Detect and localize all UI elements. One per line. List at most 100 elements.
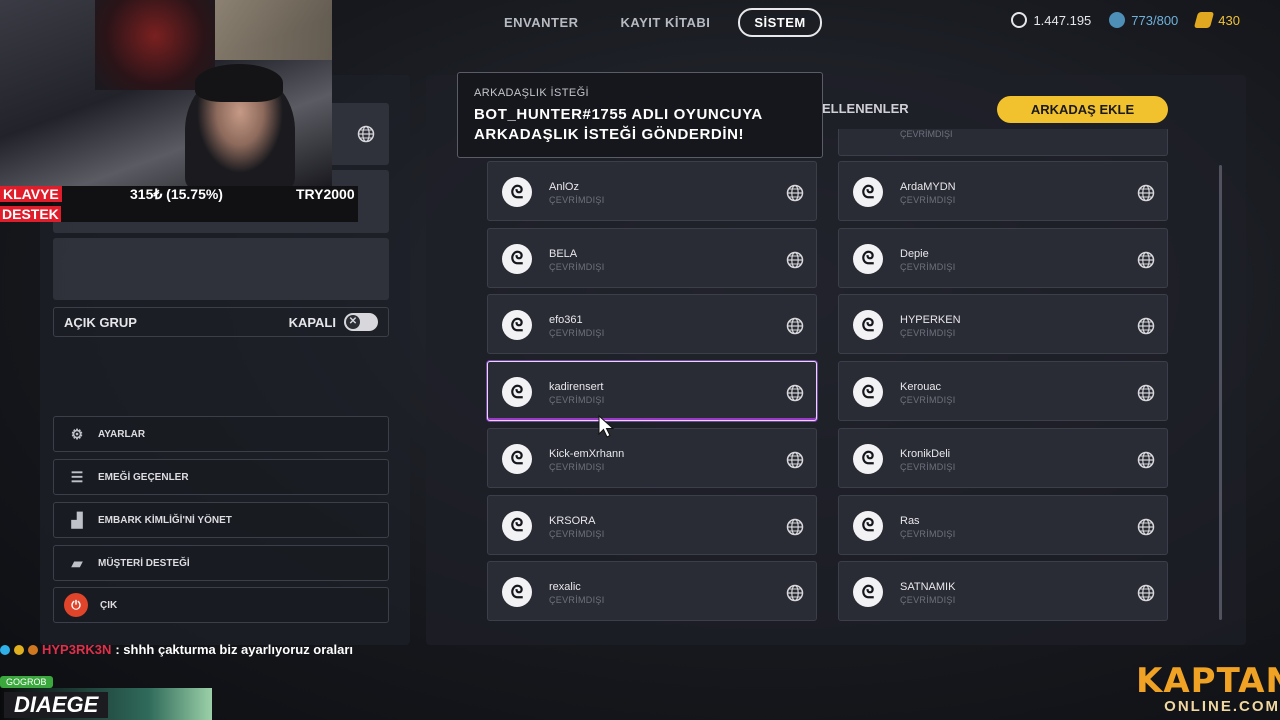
open-group-row: AÇIK GRUP KAPALI ✕: [53, 307, 389, 337]
friend-card[interactable]: ᘓ Ras ÇEVRİMDIŞI: [838, 494, 1168, 555]
tab-blocked[interactable]: ELLENENLER: [822, 101, 909, 116]
mouse-cursor-icon: [598, 415, 615, 438]
friend-name: Ras: [900, 514, 920, 527]
globe-icon[interactable]: [786, 251, 804, 274]
webcam-overlay: [0, 0, 332, 186]
destek-label: DESTEK: [0, 206, 61, 222]
globe-icon[interactable]: [1137, 184, 1155, 207]
friend-status: ÇEVRİMDIŞI: [549, 261, 605, 272]
tab-sistem[interactable]: SİSTEM: [738, 7, 822, 37]
embark-logo-icon: ᘓ: [502, 443, 532, 474]
badge-icon: [14, 644, 24, 655]
embark-logo-icon: ᘓ: [853, 310, 883, 341]
embark-logo-icon: ᘓ: [502, 310, 532, 341]
party-slot-3[interactable]: [53, 238, 389, 300]
globe-icon[interactable]: [786, 584, 804, 607]
friend-name: KRSORA: [549, 514, 596, 527]
friend-card[interactable]: ᘓ BELA ÇEVRİMDIŞI: [487, 227, 817, 288]
top-nav: ENVANTER KAYIT KİTABI SİSTEM: [490, 7, 822, 37]
globe-icon[interactable]: [1137, 584, 1155, 607]
chat-line: HYP3RK3N : shhh çakturma biz ayarlıyoruz…: [0, 642, 353, 657]
embark-logo-icon: ᘓ: [853, 510, 883, 541]
embark-id-button[interactable]: ▟ EMBARK KİMLİĞİ'Nİ YÖNET: [53, 502, 389, 538]
embark-logo-icon: ᘓ: [502, 377, 532, 408]
open-group-label: AÇIK GRUP: [64, 314, 137, 330]
globe-icon[interactable]: [1137, 317, 1155, 340]
globe-icon[interactable]: [786, 518, 804, 541]
friend-card[interactable]: ᘓ efo361 ÇEVRİMDIŞI: [487, 294, 817, 355]
friend-status: ÇEVRİMDIŞI: [900, 461, 956, 472]
globe-icon[interactable]: [1137, 451, 1155, 474]
friend-status: ÇEVRİMDIŞI: [549, 528, 605, 539]
friend-card[interactable]: ᘓ HYPERKEN ÇEVRİMDIŞI: [838, 294, 1168, 355]
friend-name: AnlOz: [549, 181, 579, 193]
donation-goal: TRY2000: [296, 186, 355, 202]
globe-icon[interactable]: [1137, 518, 1155, 541]
friend-name: BELA: [549, 247, 578, 260]
settings-button[interactable]: ⚙ AYARLAR: [53, 416, 389, 452]
embark-id-label: EMBARK KİMLİĞİ'Nİ YÖNET: [98, 514, 232, 526]
chat-username: HYP3RK3N: [42, 642, 112, 657]
donation-bar: KLAVYE 315₺ (15.75%) TRY2000 DESTEK: [0, 186, 358, 222]
friends-scrollbar[interactable]: [1219, 165, 1222, 620]
globe-icon[interactable]: [786, 384, 804, 407]
streamer-badge: GOGROB DIAEGE: [0, 676, 212, 720]
embark-logo-icon: ᘓ: [853, 177, 883, 207]
friend-status: ÇEVRİMDIŞI: [549, 461, 605, 472]
credits-button[interactable]: ☰ EMEĞİ GEÇENLER: [53, 459, 389, 495]
add-friend-button[interactable]: ARKADAŞ EKLE: [997, 96, 1168, 123]
friend-card[interactable]: ᘓ rexalic ÇEVRİMDIŞI: [487, 561, 817, 622]
notification-message: BOT_HUNTER#1755 ADLI OYUNCUYA ARKADAŞLIK…: [474, 106, 763, 143]
friend-card[interactable]: ᘓ Depie ÇEVRİMDIŞI: [838, 227, 1168, 288]
coin-value: 1.447.195: [1033, 12, 1092, 28]
close-icon: ✕: [346, 315, 360, 329]
token-icon: [1194, 12, 1215, 28]
chat-message: : shhh çakturma biz ayarlıyoruz oraları: [115, 642, 354, 657]
id-icon: ▟: [71, 511, 83, 528]
friend-card[interactable]: ᘓ ArdaMYDN ÇEVRİMDIŞI: [838, 161, 1168, 221]
friend-card[interactable]: ᘓ AnlOz ÇEVRİMDIŞI: [487, 161, 817, 221]
crown-icon: [28, 644, 38, 655]
credits-label: EMEĞİ GEÇENLER: [98, 471, 189, 483]
friend-name: HYPERKEN: [900, 314, 961, 327]
globe-icon[interactable]: [1137, 384, 1155, 407]
globe-icon[interactable]: [786, 317, 804, 340]
support-icon: ▰: [71, 554, 83, 571]
embark-logo-icon: ᘓ: [502, 510, 532, 541]
friend-name: rexalic: [549, 581, 581, 594]
credits-list-icon: ☰: [70, 468, 84, 485]
tab-envanter[interactable]: ENVANTER: [490, 10, 593, 35]
globe-icon[interactable]: [1137, 251, 1155, 274]
embark-logo-icon: ᘓ: [502, 577, 532, 608]
open-group-state: KAPALI: [288, 314, 336, 330]
friend-status: ÇEVRİMDIŞI: [549, 328, 605, 339]
globe-icon: [357, 125, 375, 148]
friend-status: ÇEVRİMDIŞI: [549, 395, 605, 406]
support-label: MÜŞTERİ DESTEĞİ: [98, 557, 190, 569]
tab-kayit-kitabi[interactable]: KAYIT KİTABI: [607, 10, 725, 35]
friend-status: ÇEVRİMDIŞI: [900, 261, 956, 272]
support-button[interactable]: ▰ MÜŞTERİ DESTEĞİ: [53, 545, 389, 581]
friend-card[interactable]: ᘓ SATNAMIK ÇEVRİMDIŞI: [838, 561, 1168, 622]
badge-icon: [0, 644, 10, 655]
friend-name: KronikDeli: [900, 447, 951, 460]
open-group-toggle[interactable]: ✕: [344, 313, 378, 331]
globe-icon[interactable]: [786, 184, 804, 207]
friend-card[interactable]: ᘓ Kerouac ÇEVRİMDIŞI: [838, 361, 1168, 422]
embark-logo-icon: ᘓ: [502, 243, 532, 274]
friend-name: kadirensert: [549, 381, 604, 394]
friend-card[interactable]: ᘓ KronikDeli ÇEVRİMDIŞI: [838, 427, 1168, 488]
friend-name: efo361: [549, 314, 583, 327]
exit-button[interactable]: ⏻ ÇIK: [53, 587, 389, 623]
friend-card-partial[interactable]: ÇEVRİMDIŞI: [838, 129, 1168, 156]
embark-logo-icon: ᘓ: [853, 243, 883, 274]
friend-card[interactable]: ᘓ Kick-emXrhann ÇEVRİMDIŞI: [487, 427, 817, 488]
klavye-label: KLAVYE: [0, 186, 62, 202]
globe-icon[interactable]: [786, 451, 804, 474]
settings-label: AYARLAR: [98, 428, 146, 440]
friend-name: Depie: [900, 247, 929, 260]
friend-card[interactable]: ᘓ KRSORA ÇEVRİMDIŞI: [487, 494, 817, 555]
friend-card[interactable]: ᘓ kadirensert ÇEVRİMDIŞI: [487, 361, 817, 422]
brand-top: KAPTAN: [1136, 661, 1280, 701]
embark-logo-icon: ᘓ: [853, 577, 883, 608]
